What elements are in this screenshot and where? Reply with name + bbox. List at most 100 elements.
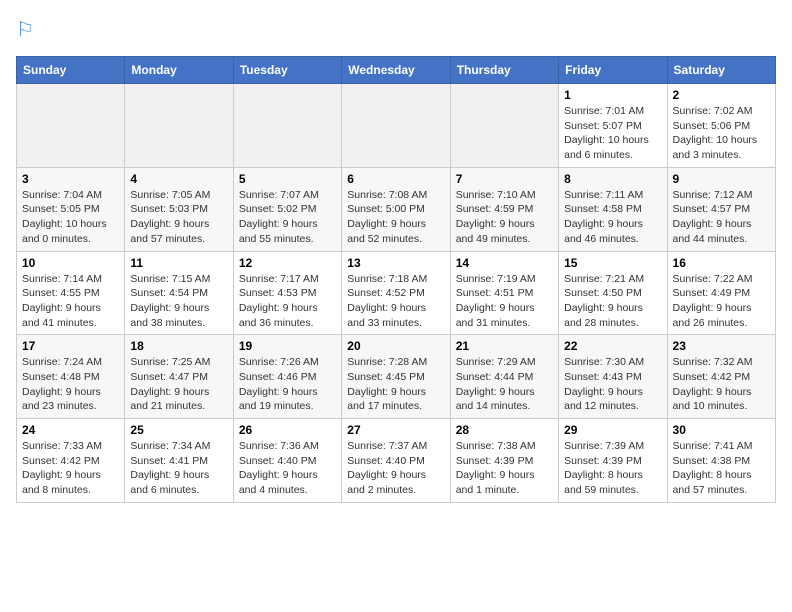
calendar-cell: 21 Sunrise: 7:29 AM Sunset: 4:44 PM Dayli…	[450, 335, 558, 419]
calendar-cell: 30 Sunrise: 7:41 AM Sunset: 4:38 PM Dayli…	[667, 419, 775, 503]
calendar-cell: 5 Sunrise: 7:07 AM Sunset: 5:02 PM Daylig…	[233, 167, 341, 251]
weekday-header-friday: Friday	[559, 57, 667, 84]
calendar: SundayMondayTuesdayWednesdayThursdayFrid…	[16, 56, 776, 503]
day-number: 13	[347, 256, 444, 270]
day-number: 11	[130, 256, 227, 270]
calendar-cell: 27 Sunrise: 7:37 AM Sunset: 4:40 PM Dayli…	[342, 419, 450, 503]
calendar-cell: 15 Sunrise: 7:21 AM Sunset: 4:50 PM Dayli…	[559, 251, 667, 335]
day-info: Sunrise: 7:26 AM Sunset: 4:46 PM Dayligh…	[239, 355, 336, 414]
day-number: 9	[673, 172, 770, 186]
week-row-4: 17 Sunrise: 7:24 AM Sunset: 4:48 PM Dayli…	[17, 335, 776, 419]
weekday-header-monday: Monday	[125, 57, 233, 84]
day-number: 28	[456, 423, 553, 437]
day-info: Sunrise: 7:05 AM Sunset: 5:03 PM Dayligh…	[130, 188, 227, 247]
calendar-cell: 12 Sunrise: 7:17 AM Sunset: 4:53 PM Dayli…	[233, 251, 341, 335]
svg-text:⚐: ⚐	[16, 19, 34, 41]
day-info: Sunrise: 7:25 AM Sunset: 4:47 PM Dayligh…	[130, 355, 227, 414]
calendar-cell: 26 Sunrise: 7:36 AM Sunset: 4:40 PM Dayli…	[233, 419, 341, 503]
day-info: Sunrise: 7:36 AM Sunset: 4:40 PM Dayligh…	[239, 439, 336, 498]
calendar-cell: 8 Sunrise: 7:11 AM Sunset: 4:58 PM Daylig…	[559, 167, 667, 251]
day-info: Sunrise: 7:12 AM Sunset: 4:57 PM Dayligh…	[673, 188, 770, 247]
calendar-cell: 2 Sunrise: 7:02 AM Sunset: 5:06 PM Daylig…	[667, 84, 775, 168]
day-number: 7	[456, 172, 553, 186]
day-info: Sunrise: 7:07 AM Sunset: 5:02 PM Dayligh…	[239, 188, 336, 247]
logo-icon: ⚐	[16, 16, 44, 44]
weekday-header-tuesday: Tuesday	[233, 57, 341, 84]
calendar-cell: 17 Sunrise: 7:24 AM Sunset: 4:48 PM Dayli…	[17, 335, 125, 419]
day-number: 25	[130, 423, 227, 437]
day-number: 17	[22, 339, 119, 353]
day-info: Sunrise: 7:19 AM Sunset: 4:51 PM Dayligh…	[456, 272, 553, 331]
calendar-cell: 28 Sunrise: 7:38 AM Sunset: 4:39 PM Dayli…	[450, 419, 558, 503]
calendar-cell: 29 Sunrise: 7:39 AM Sunset: 4:39 PM Dayli…	[559, 419, 667, 503]
week-row-2: 3Sunrise: 7:04 AM Sunset: 5:05 PM Daylig…	[17, 167, 776, 251]
day-info: Sunrise: 7:21 AM Sunset: 4:50 PM Dayligh…	[564, 272, 661, 331]
day-number: 19	[239, 339, 336, 353]
day-info: Sunrise: 7:02 AM Sunset: 5:06 PM Dayligh…	[673, 104, 770, 163]
day-number: 10	[22, 256, 119, 270]
day-number: 26	[239, 423, 336, 437]
day-number: 20	[347, 339, 444, 353]
day-number: 15	[564, 256, 661, 270]
calendar-cell: 20 Sunrise: 7:28 AM Sunset: 4:45 PM Dayli…	[342, 335, 450, 419]
weekday-header-wednesday: Wednesday	[342, 57, 450, 84]
day-info: Sunrise: 7:30 AM Sunset: 4:43 PM Dayligh…	[564, 355, 661, 414]
calendar-cell: 11 Sunrise: 7:15 AM Sunset: 4:54 PM Dayli…	[125, 251, 233, 335]
calendar-cell: 9 Sunrise: 7:12 AM Sunset: 4:57 PM Daylig…	[667, 167, 775, 251]
day-number: 5	[239, 172, 336, 186]
calendar-cell: 18 Sunrise: 7:25 AM Sunset: 4:47 PM Dayli…	[125, 335, 233, 419]
day-number: 18	[130, 339, 227, 353]
day-info: Sunrise: 7:04 AM Sunset: 5:05 PM Dayligh…	[22, 188, 119, 247]
day-number: 24	[22, 423, 119, 437]
weekday-header-sunday: Sunday	[17, 57, 125, 84]
calendar-cell: 22 Sunrise: 7:30 AM Sunset: 4:43 PM Dayli…	[559, 335, 667, 419]
day-number: 23	[673, 339, 770, 353]
day-info: Sunrise: 7:01 AM Sunset: 5:07 PM Dayligh…	[564, 104, 661, 163]
day-info: Sunrise: 7:38 AM Sunset: 4:39 PM Dayligh…	[456, 439, 553, 498]
calendar-cell: 7 Sunrise: 7:10 AM Sunset: 4:59 PM Daylig…	[450, 167, 558, 251]
calendar-cell	[450, 84, 558, 168]
day-number: 4	[130, 172, 227, 186]
calendar-cell	[233, 84, 341, 168]
day-info: Sunrise: 7:15 AM Sunset: 4:54 PM Dayligh…	[130, 272, 227, 331]
day-info: Sunrise: 7:10 AM Sunset: 4:59 PM Dayligh…	[456, 188, 553, 247]
calendar-cell: 10Sunrise: 7:14 AM Sunset: 4:55 PM Dayli…	[17, 251, 125, 335]
day-number: 14	[456, 256, 553, 270]
day-number: 27	[347, 423, 444, 437]
day-info: Sunrise: 7:34 AM Sunset: 4:41 PM Dayligh…	[130, 439, 227, 498]
day-info: Sunrise: 7:11 AM Sunset: 4:58 PM Dayligh…	[564, 188, 661, 247]
day-info: Sunrise: 7:33 AM Sunset: 4:42 PM Dayligh…	[22, 439, 119, 498]
day-info: Sunrise: 7:32 AM Sunset: 4:42 PM Dayligh…	[673, 355, 770, 414]
day-info: Sunrise: 7:39 AM Sunset: 4:39 PM Dayligh…	[564, 439, 661, 498]
calendar-cell	[125, 84, 233, 168]
day-info: Sunrise: 7:08 AM Sunset: 5:00 PM Dayligh…	[347, 188, 444, 247]
weekday-header-thursday: Thursday	[450, 57, 558, 84]
calendar-cell: 1Sunrise: 7:01 AM Sunset: 5:07 PM Daylig…	[559, 84, 667, 168]
week-row-3: 10Sunrise: 7:14 AM Sunset: 4:55 PM Dayli…	[17, 251, 776, 335]
day-number: 22	[564, 339, 661, 353]
calendar-cell: 4 Sunrise: 7:05 AM Sunset: 5:03 PM Daylig…	[125, 167, 233, 251]
day-info: Sunrise: 7:37 AM Sunset: 4:40 PM Dayligh…	[347, 439, 444, 498]
day-number: 8	[564, 172, 661, 186]
week-row-1: 1Sunrise: 7:01 AM Sunset: 5:07 PM Daylig…	[17, 84, 776, 168]
logo: ⚐	[16, 16, 48, 44]
day-info: Sunrise: 7:18 AM Sunset: 4:52 PM Dayligh…	[347, 272, 444, 331]
calendar-cell: 24 Sunrise: 7:33 AM Sunset: 4:42 PM Dayli…	[17, 419, 125, 503]
calendar-cell: 3Sunrise: 7:04 AM Sunset: 5:05 PM Daylig…	[17, 167, 125, 251]
day-number: 21	[456, 339, 553, 353]
day-info: Sunrise: 7:24 AM Sunset: 4:48 PM Dayligh…	[22, 355, 119, 414]
calendar-cell	[17, 84, 125, 168]
day-info: Sunrise: 7:28 AM Sunset: 4:45 PM Dayligh…	[347, 355, 444, 414]
calendar-cell: 6Sunrise: 7:08 AM Sunset: 5:00 PM Daylig…	[342, 167, 450, 251]
calendar-cell: 19 Sunrise: 7:26 AM Sunset: 4:46 PM Dayli…	[233, 335, 341, 419]
day-info: Sunrise: 7:41 AM Sunset: 4:38 PM Dayligh…	[673, 439, 770, 498]
day-number: 29	[564, 423, 661, 437]
calendar-cell: 25 Sunrise: 7:34 AM Sunset: 4:41 PM Dayli…	[125, 419, 233, 503]
day-number: 2	[673, 88, 770, 102]
calendar-cell: 16Sunrise: 7:22 AM Sunset: 4:49 PM Dayli…	[667, 251, 775, 335]
day-number: 16	[673, 256, 770, 270]
day-number: 12	[239, 256, 336, 270]
day-number: 30	[673, 423, 770, 437]
day-info: Sunrise: 7:17 AM Sunset: 4:53 PM Dayligh…	[239, 272, 336, 331]
day-info: Sunrise: 7:29 AM Sunset: 4:44 PM Dayligh…	[456, 355, 553, 414]
